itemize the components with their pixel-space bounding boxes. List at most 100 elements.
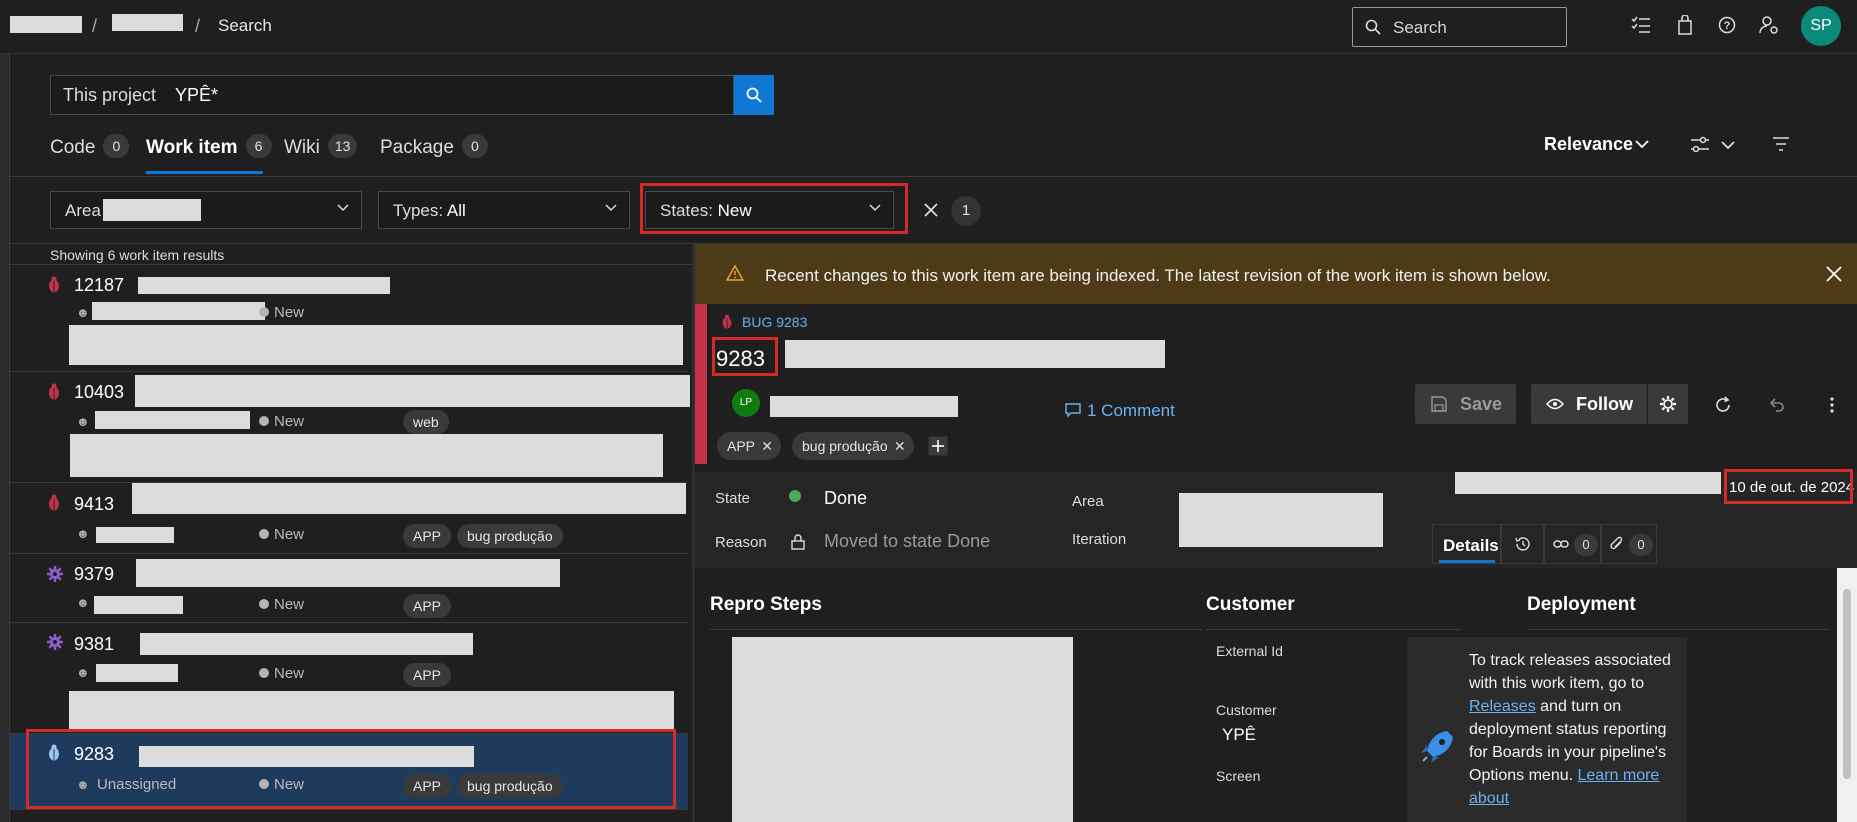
work-item-tag[interactable]: bug produção ✕ bbox=[792, 432, 914, 460]
link-icon bbox=[1553, 540, 1569, 548]
user-avatar[interactable]: SP bbox=[1801, 6, 1841, 46]
help-icon[interactable]: ? bbox=[1718, 16, 1736, 34]
list-item[interactable]: 9379 ☻ New APP bbox=[10, 554, 688, 623]
tab-details[interactable]: Details bbox=[1432, 524, 1501, 564]
states-filter-dropdown[interactable]: States: New bbox=[645, 191, 894, 229]
comments-link[interactable]: 1 Comment bbox=[1087, 401, 1175, 421]
bug-icon bbox=[49, 276, 59, 293]
refresh-icon[interactable] bbox=[1714, 396, 1732, 414]
tag[interactable]: APP bbox=[403, 594, 452, 618]
state-label: New bbox=[259, 304, 304, 321]
state-indicator-dot bbox=[789, 490, 801, 502]
area-iteration-value-redacted[interactable] bbox=[1179, 493, 1383, 547]
releases-link[interactable]: Releases bbox=[1469, 698, 1536, 715]
person-icon: ☻ bbox=[76, 526, 90, 541]
tab-package[interactable]: Package 0 bbox=[380, 134, 488, 159]
work-item-id: 9413 bbox=[74, 494, 115, 514]
state-label: New bbox=[259, 776, 304, 793]
settings-button[interactable] bbox=[1648, 384, 1688, 424]
tag[interactable]: APP bbox=[403, 774, 452, 798]
tag[interactable]: web bbox=[403, 410, 449, 434]
repro-steps-content-redacted[interactable] bbox=[732, 637, 1073, 822]
tab-wiki[interactable]: Wiki 13 bbox=[284, 134, 358, 159]
global-search-input[interactable]: Search bbox=[1352, 7, 1567, 47]
search-submit-button[interactable] bbox=[734, 75, 774, 115]
tab-count: 0 bbox=[461, 134, 488, 158]
work-item-tag[interactable]: APP ✕ bbox=[717, 432, 782, 460]
svg-text:?: ? bbox=[1724, 20, 1731, 32]
reason-value: Moved to state Done bbox=[824, 531, 991, 551]
user-settings-icon[interactable] bbox=[1759, 15, 1779, 35]
more-options-icon[interactable] bbox=[1829, 396, 1835, 414]
save-button[interactable]: Save bbox=[1415, 384, 1516, 424]
breadcrumb-current: Search bbox=[218, 16, 272, 35]
undo-icon[interactable] bbox=[1768, 396, 1786, 414]
assignee-name-redacted[interactable] bbox=[770, 396, 958, 417]
tab-links[interactable]: 0 bbox=[1544, 524, 1601, 564]
tag[interactable]: APP bbox=[403, 663, 452, 687]
sort-dropdown[interactable]: Relevance bbox=[1544, 134, 1633, 155]
area-label: Area bbox=[1072, 493, 1104, 510]
active-tab-indicator bbox=[146, 171, 263, 174]
close-icon[interactable] bbox=[1826, 266, 1842, 282]
bug-icon bbox=[722, 314, 732, 329]
divider bbox=[1527, 629, 1830, 630]
filter-settings-icon[interactable] bbox=[1690, 136, 1710, 154]
remove-tag-icon[interactable]: ✕ bbox=[894, 432, 906, 460]
list-item[interactable]: 9413 ☻ New APP bug produção bbox=[10, 483, 688, 554]
shopping-bag-icon[interactable] bbox=[1677, 15, 1693, 35]
tab-history[interactable] bbox=[1501, 524, 1544, 564]
tab-attachments[interactable]: 0 bbox=[1601, 524, 1657, 564]
work-item-title-redacted[interactable] bbox=[785, 340, 1165, 368]
paperclip-icon bbox=[1610, 536, 1623, 550]
list-item-selected[interactable]: 9283 ☻ Unassigned New APP bug produção bbox=[10, 734, 688, 810]
follow-button[interactable]: Follow bbox=[1531, 384, 1648, 424]
tag-label: bug produção bbox=[802, 438, 888, 454]
tag[interactable]: bug produção bbox=[457, 524, 563, 548]
assignee-redacted bbox=[94, 596, 183, 614]
state-label: New bbox=[259, 413, 304, 430]
tag[interactable]: APP bbox=[403, 524, 452, 548]
list-check-icon[interactable] bbox=[1631, 16, 1651, 34]
search-scope-label[interactable]: This project bbox=[63, 85, 156, 106]
repro-steps-title: Repro Steps bbox=[710, 594, 822, 615]
tab-code[interactable]: Code 0 bbox=[50, 134, 130, 159]
updated-by-redacted bbox=[1455, 472, 1721, 494]
scrollbar-thumb[interactable] bbox=[1843, 589, 1851, 779]
deployment-message: To track releases associated with this w… bbox=[1469, 649, 1681, 810]
area-filter-dropdown[interactable]: Area bbox=[50, 191, 362, 229]
search-query-input[interactable]: This project YPÊ* bbox=[50, 75, 734, 115]
list-item[interactable]: 12187 ☻ New bbox=[10, 266, 688, 372]
customer-value[interactable]: YPÊ bbox=[1222, 725, 1256, 745]
clear-filters-icon[interactable] bbox=[924, 203, 938, 217]
state-dropdown[interactable]: Done bbox=[824, 488, 867, 509]
area-filter-label: Area bbox=[65, 201, 101, 220]
chevron-down-icon[interactable] bbox=[1635, 139, 1649, 149]
remove-tag-icon[interactable]: ✕ bbox=[761, 432, 773, 460]
types-filter-label: Types: bbox=[393, 201, 444, 220]
list-item[interactable]: 9381 ☻ New APP bbox=[10, 623, 688, 734]
breadcrumb-org-redacted[interactable] bbox=[10, 16, 82, 33]
customer-label: Customer bbox=[1216, 702, 1277, 718]
breadcrumb-project-redacted[interactable] bbox=[112, 14, 183, 31]
list-item[interactable]: 10403 ☻ New web bbox=[10, 372, 690, 483]
lock-icon bbox=[791, 534, 805, 550]
person-icon: ☻ bbox=[76, 305, 90, 320]
state-label: New bbox=[259, 596, 304, 613]
tab-work-item[interactable]: Work item 6 bbox=[146, 134, 272, 159]
types-filter-dropdown[interactable]: Types: All bbox=[378, 191, 630, 229]
assignee-avatar[interactable]: LP bbox=[732, 389, 760, 417]
tab-count: 0 bbox=[103, 134, 130, 158]
search-query-text[interactable]: YPÊ* bbox=[175, 85, 218, 106]
work-item-id: 9381 bbox=[74, 634, 115, 654]
chevron-down-icon[interactable] bbox=[1721, 140, 1735, 150]
search-icon bbox=[1365, 19, 1381, 35]
indexing-warning-banner: Recent changes to this work item are bei… bbox=[695, 244, 1857, 304]
tag[interactable]: bug produção bbox=[457, 774, 563, 798]
filter-icon[interactable] bbox=[1772, 136, 1790, 152]
assignee-redacted bbox=[96, 664, 178, 682]
add-tag-icon[interactable] bbox=[928, 436, 948, 456]
work-item-type-label[interactable]: BUG 9283 bbox=[742, 314, 807, 330]
search-placeholder: Search bbox=[1393, 18, 1447, 37]
title-redacted bbox=[138, 277, 390, 294]
